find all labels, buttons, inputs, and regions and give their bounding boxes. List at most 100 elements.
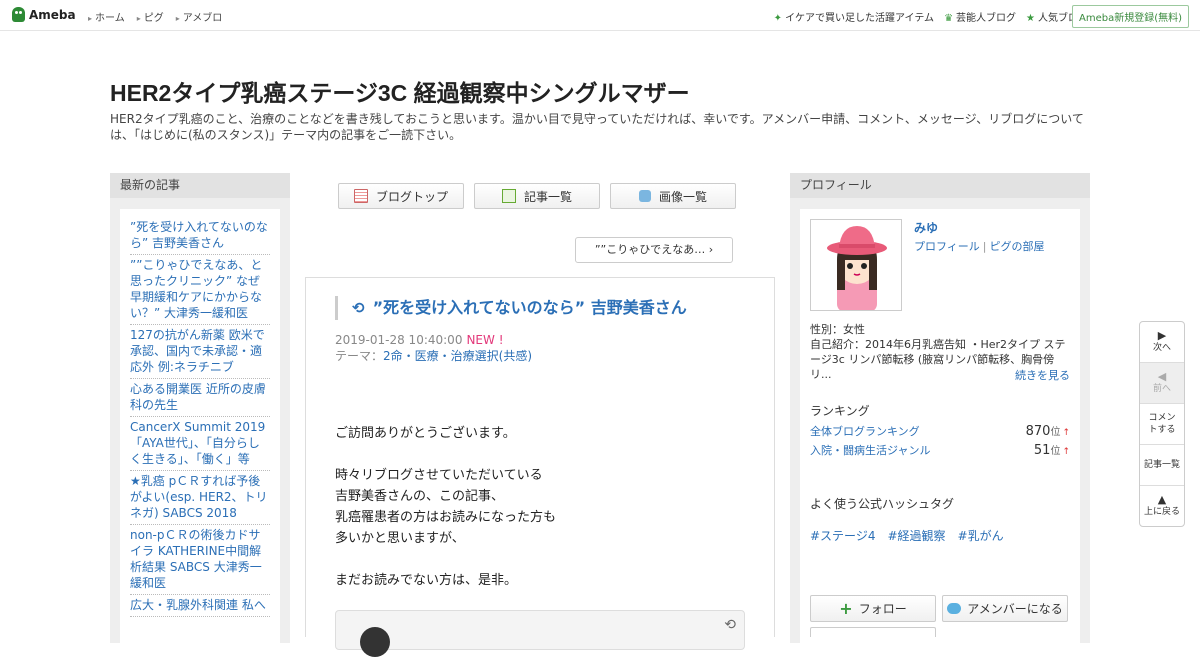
- article-title[interactable]: ⟲ ”死を受け入れてないのなら” 吉野美香さん: [335, 296, 687, 320]
- register-button[interactable]: Ameba新規登録(無料): [1071, 5, 1189, 28]
- recent-article-link[interactable]: 127の抗がん新薬 欧米で承認、国内で未承認・適応外 例:ネラチニブ: [130, 325, 270, 379]
- theme-link[interactable]: 2命・医療・治療選択(共感): [383, 349, 532, 363]
- chevron-right-icon: ›: [708, 243, 714, 256]
- body-line: 乳癌罹患者の方はお読みになった方も: [335, 510, 557, 525]
- blog-nav: ブログトップ 記事一覧 画像一覧: [338, 183, 736, 209]
- nav-ameblo[interactable]: アメブロ: [176, 9, 223, 24]
- recent-articles-list: ”死を受け入れてないのなら” 吉野美香さん ””こりゃひでえなあ、と思ったクリニ…: [120, 209, 280, 649]
- profile-links: プロフィール | ピグの部屋: [914, 238, 1045, 254]
- blog-top-button[interactable]: ブログトップ: [338, 183, 464, 209]
- avatar-illustration: [811, 220, 901, 310]
- article-list-button[interactable]: 記事一覧: [474, 183, 600, 209]
- article-list-label: 記事一覧: [523, 189, 572, 204]
- recent-article-link[interactable]: CancerX Summit 2019 「AYA世代」、「自分らしく生きる」、「…: [130, 417, 270, 471]
- pigg-room-link[interactable]: ピグの部屋: [990, 240, 1045, 253]
- ranking-value: 51: [1033, 443, 1051, 458]
- hashtags-heading: よく使う公式ハッシュタグ: [810, 497, 955, 511]
- global-nav: ホーム ピグ アメブロ: [88, 9, 222, 24]
- ranking-row: 入院・闘病生活ジャンル 51位 ↑: [810, 442, 1070, 458]
- ranking-label[interactable]: 全体ブログランキング: [810, 423, 920, 439]
- article-title-text: ”死を受け入れてないのなら” 吉野美香さん: [372, 298, 687, 317]
- comment-button[interactable]: コメントする: [1140, 404, 1184, 445]
- prev-label: 前へ: [1152, 384, 1171, 394]
- article-body: ご訪問ありがとうございます。 時々リブログさせていただいている 吉野美香さんの、…: [335, 423, 556, 591]
- next-label: 次へ: [1152, 343, 1171, 353]
- ameba-logo[interactable]: Ameba: [12, 7, 76, 22]
- header-links: ✦ イケアで買い足した活躍アイテム ♛ 芸能人ブログ ★ 人気ブログ: [774, 9, 1088, 24]
- blog-title[interactable]: HER2タイプ乳癌ステージ3C 経過観察中シングルマザー: [110, 74, 690, 108]
- article-date: 2019-01-28 10:40:00: [335, 333, 463, 347]
- play-right-icon: ▶: [1157, 329, 1167, 342]
- more-button[interactable]: [810, 627, 936, 637]
- reblog-icon: ⟲: [352, 299, 365, 317]
- theme-label: テーマ：: [335, 349, 384, 363]
- article-list-side-button[interactable]: 記事一覧: [1140, 445, 1184, 486]
- hashtag-link[interactable]: #ステージ4: [810, 527, 875, 544]
- profile-sidebar: プロフィール みゆ プロフィール | ピグの部屋 性別：女性 自己紹介：2014年6…: [790, 173, 1090, 649]
- body-line: まだお読みでない方は、是非。: [335, 573, 518, 588]
- previous-article-link[interactable]: ””こりゃひでえなあ… ›: [575, 237, 733, 263]
- header-link-celeb-label: 芸能人ブログ: [956, 13, 1017, 24]
- avatar[interactable]: [810, 219, 902, 311]
- recent-article-link[interactable]: non-pＣＲの術後カドサイラ KATHERINE中間解析結果 SABCS 大津…: [130, 525, 270, 595]
- logo-text: Ameba: [29, 7, 76, 22]
- new-badge: NEW !: [466, 333, 504, 347]
- comment-label: コメントする: [1148, 413, 1176, 435]
- ranking-label[interactable]: 入院・闘病生活ジャンル: [810, 442, 930, 458]
- read-more-link[interactable]: 続きを見る: [1015, 367, 1070, 383]
- amember-label: アメンバーになる: [967, 602, 1063, 616]
- header-link-ikea[interactable]: ✦ イケアで買い足した活躍アイテム: [774, 9, 934, 24]
- recent-article-link[interactable]: ”死を受け入れてないのなら” 吉野美香さん: [130, 217, 270, 255]
- side-toolbar: ▶ 次へ ◀ 前へ コメントする 記事一覧 ▲ 上に戻る: [1139, 321, 1185, 527]
- body-line: 吉野美香さんの、この記事、: [335, 489, 505, 504]
- hashtag-list: #ステージ4 #経過観察 #乳がん: [810, 527, 1004, 544]
- play-left-icon: ◀: [1157, 370, 1167, 383]
- follow-label: フォロー: [858, 602, 907, 616]
- profile-name[interactable]: みゆ: [914, 219, 938, 236]
- recent-article-link[interactable]: ””こりゃひでえなあ、と思ったクリニック” なぜ早期緩和ケアにかからない？” 大…: [130, 255, 270, 325]
- nav-home[interactable]: ホーム: [88, 9, 125, 24]
- profile-link[interactable]: プロフィール: [914, 240, 980, 253]
- follow-button[interactable]: + フォロー: [810, 595, 936, 622]
- blog-description: HER2タイプ乳癌のこと、治療のことなどを書き残しておこうと思います。温かい目で…: [110, 112, 1084, 142]
- document-icon: [353, 189, 368, 203]
- body-line: 多いかと思いますが、: [335, 531, 465, 546]
- ranking-unit: 位: [1050, 446, 1061, 457]
- back-to-top-button[interactable]: ▲ 上に戻る: [1140, 486, 1184, 526]
- up-triangle-icon: ▲: [1157, 493, 1167, 506]
- profile-heading: プロフィール: [790, 173, 1090, 198]
- recent-articles-sidebar: 最新の記事 ”死を受け入れてないのなら” 吉野美香さん ””こりゃひでえなあ、と…: [110, 173, 290, 649]
- recent-article-link[interactable]: ★乳癌 pＣＲすれば予後がよい(esp. HER2、トリネガ) SABCS 20…: [130, 471, 270, 525]
- prev-article-button[interactable]: ◀ 前へ: [1140, 363, 1184, 404]
- ranking-unit: 位: [1050, 427, 1061, 438]
- ranking-trend-icon: ↑: [1062, 447, 1070, 457]
- back-to-top-label: 上に戻る: [1143, 507, 1180, 517]
- camera-icon: [638, 190, 651, 202]
- embed-avatar: [360, 627, 390, 657]
- ameba-logo-icon: [12, 7, 25, 22]
- ranking-heading: ランキング: [810, 404, 870, 418]
- link-separator: |: [982, 240, 987, 253]
- amember-button[interactable]: アメンバーになる: [942, 595, 1068, 622]
- image-list-button[interactable]: 画像一覧: [610, 183, 736, 209]
- nav-pigg[interactable]: ピグ: [137, 9, 164, 24]
- star-icon: ★: [1026, 13, 1035, 24]
- plus-icon: +: [839, 599, 853, 618]
- header-link-celeb[interactable]: ♛ 芸能人ブログ: [944, 9, 1016, 24]
- blog-top-label: ブログトップ: [375, 189, 448, 204]
- hashtag-link[interactable]: #経過観察: [887, 527, 945, 544]
- article-meta: 2019-01-28 10:40:00 NEW ! テーマ：2命・医療・治療選択(…: [335, 332, 532, 364]
- sparkle-icon: ✦: [773, 13, 783, 24]
- ranking-row: 全体ブログランキング 870位 ↑: [810, 423, 1070, 439]
- recent-article-link[interactable]: 広大・乳腺外科関連 私へ: [130, 595, 270, 617]
- header-link-ikea-label: イケアで買い足した活躍アイテム: [785, 13, 935, 24]
- next-article-button[interactable]: ▶ 次へ: [1140, 322, 1184, 363]
- list-icon: [501, 189, 516, 203]
- recent-article-link[interactable]: 心ある開業医 近所の皮膚科の先生: [130, 379, 270, 417]
- link-icon: ⟲: [724, 617, 736, 633]
- body-line: ご訪問ありがとうございます。: [335, 426, 516, 441]
- global-header: Ameba ホーム ピグ アメブロ ✦イケアで買い足した活躍アイテム ♛芸能人ブ…: [0, 0, 1200, 31]
- reblog-embed-card[interactable]: ⟲: [335, 610, 745, 657]
- crown-icon: ♛: [944, 13, 954, 24]
- hashtag-link[interactable]: #乳がん: [958, 527, 1004, 544]
